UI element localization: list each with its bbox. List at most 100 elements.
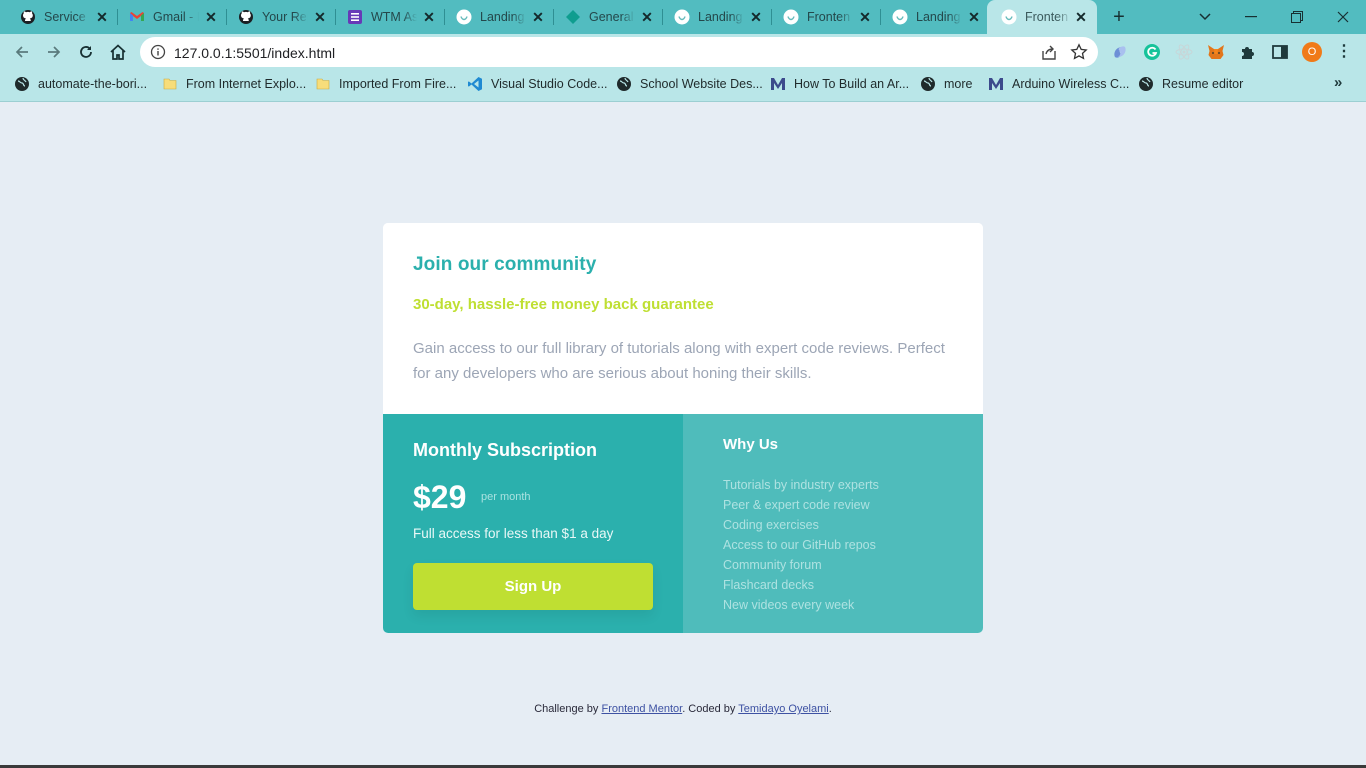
github-icon: [20, 9, 36, 25]
github-icon: [238, 9, 254, 25]
author-link[interactable]: Temidayo Oyelami: [738, 703, 828, 715]
tab-service[interactable]: Service F ✕: [0, 0, 118, 34]
bookmark-more[interactable]: more: [920, 70, 972, 98]
browser-toolbar: 127.0.0.1:5501/index.html O ⋮: [0, 34, 1366, 70]
bookmark-automate[interactable]: automate-the-bori...: [14, 70, 147, 98]
pricing-card: Join our community 30-day, hassle-free m…: [383, 223, 983, 633]
metamask-fox-icon[interactable]: [1206, 42, 1226, 62]
minimize-icon[interactable]: [1228, 0, 1274, 34]
bookmark-label: Resume editor: [1162, 77, 1244, 91]
list-item: Access to our GitHub repos: [723, 538, 876, 552]
vscode-icon: [467, 76, 483, 92]
bookmark-internet-explorer[interactable]: From Internet Explo...: [162, 70, 306, 98]
globe-icon: [14, 76, 30, 92]
close-tab-icon[interactable]: ✕: [966, 9, 982, 25]
subscription-title: Monthly Subscription: [413, 440, 597, 460]
close-tab-icon[interactable]: ✕: [94, 9, 110, 25]
tab-your-repos[interactable]: Your Rep ✕: [218, 0, 336, 34]
bookmark-label: How To Build an Ar...: [794, 77, 910, 91]
home-icon[interactable]: [106, 40, 130, 64]
extension-swirl-icon[interactable]: [1110, 42, 1130, 62]
attribution-middle: . Coded by: [682, 703, 739, 715]
bookmark-arduino[interactable]: Arduino Wireless C...: [988, 70, 1129, 98]
bookmark-star-icon[interactable]: [1070, 43, 1088, 66]
tab-title: Landing: [698, 10, 743, 24]
bookmark-school-website[interactable]: School Website Des...: [616, 70, 763, 98]
profile-avatar[interactable]: O: [1302, 42, 1322, 62]
tab-landing-3[interactable]: Landing ✕: [872, 0, 990, 34]
page-icon: [456, 9, 472, 25]
price-period: per month: [481, 491, 531, 503]
tab-search-icon[interactable]: [1182, 0, 1228, 34]
react-devtools-icon[interactable]: [1174, 42, 1194, 62]
sign-up-button[interactable]: Sign Up: [413, 563, 653, 610]
attribution: Challenge by Frontend Mentor. Coded by T…: [0, 703, 1366, 715]
price-value: $29: [413, 479, 467, 515]
grammarly-icon[interactable]: [1142, 42, 1162, 62]
tab-wtm[interactable]: WTM As ✕: [327, 0, 445, 34]
new-tab-button[interactable]: +: [1108, 6, 1130, 28]
close-tab-icon[interactable]: ✕: [639, 9, 655, 25]
community-section: Join our community 30-day, hassle-free m…: [383, 223, 983, 414]
bookmarks-overflow-button[interactable]: »: [1334, 74, 1342, 91]
bookmark-vscode[interactable]: Visual Studio Code...: [467, 70, 608, 98]
address-bar[interactable]: 127.0.0.1:5501/index.html: [140, 37, 1098, 67]
forward-arrow-icon[interactable]: [42, 40, 66, 64]
puzzle-extensions-icon[interactable]: [1238, 42, 1258, 62]
medium-icon: [988, 76, 1004, 92]
bookmark-label: Imported From Fire...: [339, 77, 457, 91]
restore-icon[interactable]: [1274, 0, 1320, 34]
bookmark-label: Visual Studio Code...: [491, 77, 608, 91]
page-title: Join our community: [413, 254, 597, 275]
diamond-icon: [565, 9, 581, 25]
gmail-icon: [129, 9, 145, 25]
tab-general[interactable]: General ✕: [545, 0, 663, 34]
close-tab-icon[interactable]: ✕: [1073, 9, 1089, 25]
tab-title: Landing: [480, 10, 525, 24]
close-window-icon[interactable]: [1320, 0, 1366, 34]
why-us-title: Why Us: [723, 436, 779, 453]
side-panel-icon[interactable]: [1270, 42, 1290, 62]
share-icon[interactable]: [1040, 43, 1058, 66]
tab-frontend-active[interactable]: Fronten ✕: [987, 0, 1097, 34]
close-tab-icon[interactable]: ✕: [312, 9, 328, 25]
bookmark-how-to-build[interactable]: How To Build an Ar...: [770, 70, 909, 98]
menu-kebab-icon[interactable]: ⋮: [1336, 42, 1352, 62]
bookmark-label: From Internet Explo...: [186, 77, 307, 91]
tab-landing-2[interactable]: Landing ✕: [654, 0, 772, 34]
close-tab-icon[interactable]: ✕: [203, 9, 219, 25]
page-icon: [892, 9, 908, 25]
url-text[interactable]: 127.0.0.1:5501/index.html: [174, 45, 335, 61]
close-tab-icon[interactable]: ✕: [530, 9, 546, 25]
globe-icon: [1138, 76, 1154, 92]
close-tab-icon[interactable]: ✕: [748, 9, 764, 25]
folder-icon: [162, 76, 178, 92]
close-tab-icon[interactable]: ✕: [857, 9, 873, 25]
bookmark-label: more: [944, 77, 973, 91]
tab-landing-1[interactable]: Landing ✕: [436, 0, 554, 34]
tab-gmail[interactable]: Gmail - I ✕: [109, 0, 227, 34]
globe-icon: [616, 76, 632, 92]
tab-strip: Service F ✕ Gmail - I ✕ Your Rep ✕ WTM A…: [0, 0, 1366, 34]
tab-title: Gmail - I: [153, 10, 199, 24]
list-item: Flashcard decks: [723, 578, 815, 592]
bookmark-firefox[interactable]: Imported From Fire...: [315, 70, 456, 98]
forms-icon: [347, 9, 363, 25]
back-arrow-icon[interactable]: [10, 40, 34, 64]
bookmarks-bar: automate-the-bori... From Internet Explo…: [0, 70, 1366, 102]
close-tab-icon[interactable]: ✕: [421, 9, 437, 25]
attribution-suffix: .: [828, 703, 832, 715]
bookmark-label: automate-the-bori...: [38, 77, 148, 91]
tab-frontend-1[interactable]: Fronten ✕: [763, 0, 881, 34]
tab-title: Fronten: [807, 10, 851, 24]
reload-icon[interactable]: [74, 40, 98, 64]
description-text: Gain access to our full library of tutor…: [413, 340, 945, 382]
bookmark-label: School Website Des...: [640, 77, 763, 91]
bookmark-resume-editor[interactable]: Resume editor: [1138, 70, 1243, 98]
subscription-section: Monthly Subscription $29 per month Full …: [383, 414, 683, 633]
attribution-prefix: Challenge by: [534, 703, 602, 715]
site-info-icon[interactable]: [150, 44, 166, 60]
guarantee-text: 30-day, hassle-free money back guarantee: [413, 296, 714, 313]
tab-title: General: [589, 10, 634, 24]
frontend-mentor-link[interactable]: Frontend Mentor: [601, 703, 682, 715]
